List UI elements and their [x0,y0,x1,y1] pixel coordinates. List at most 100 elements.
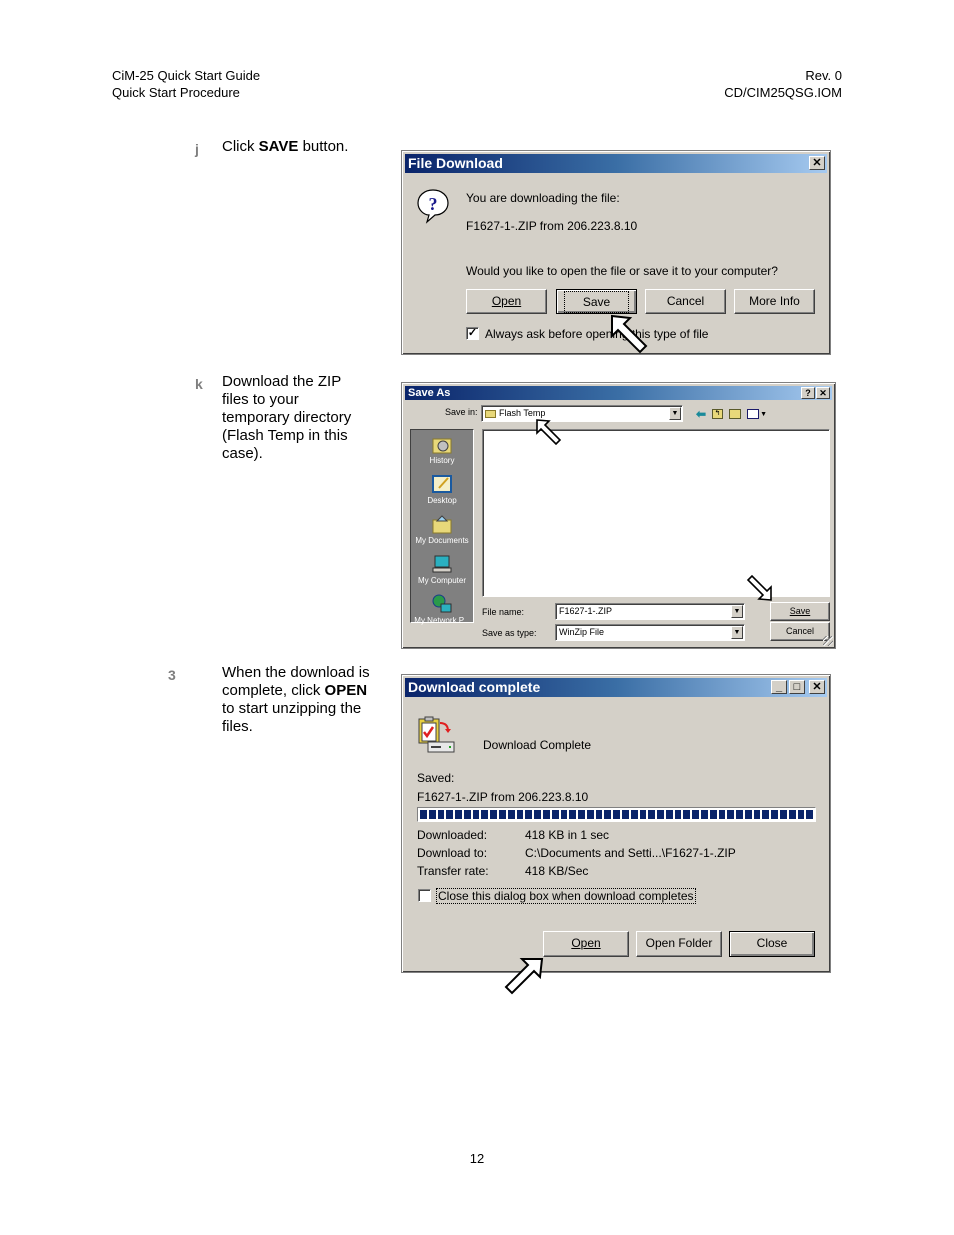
progress-block [788,810,796,819]
save-as-type-dropdown[interactable]: WinZip File ▼ [555,624,745,641]
step-text: When the download is complete, click OPE… [222,664,370,735]
title-bar: File Download ✕ [405,154,827,173]
pointer-arrow-icon [504,958,544,995]
history-icon [432,438,452,454]
close-when-done-label: Close this dialog box when download comp… [436,888,696,904]
help-icon[interactable]: ? [801,387,815,399]
pointer-arrow-icon [746,575,772,601]
title-bar: Download complete _ □ ✕ [405,678,827,697]
progress-block [516,810,524,819]
open-folder-button[interactable]: Open Folder [636,931,722,957]
file-list-area[interactable] [482,429,830,597]
saved-value: F1627-1-.ZIP from 206.223.8.10 [417,790,589,804]
download-question: Would you like to open the file or save … [466,264,778,278]
download-to-value: C:\Documents and Setti...\F1627-1-.ZIP [525,846,736,860]
doc-revision: Rev. 0 [805,68,842,83]
progress-block [560,810,568,819]
more-info-button[interactable]: More Info [734,289,815,314]
save-button[interactable]: Save [556,289,637,314]
folder-icon [485,409,496,418]
progress-block [683,810,691,819]
pointer-arrow-icon [536,419,562,445]
save-as-dialog: Save As ? ✕ Save in: Flash Temp ▼ ⬅ ↰ ▼ … [401,382,836,649]
close-icon[interactable]: ✕ [809,156,825,170]
always-ask-checkbox[interactable]: ✓ [466,327,479,340]
progress-block [604,810,612,819]
resize-grip[interactable] [823,636,833,646]
progress-block [437,810,445,819]
close-icon[interactable]: ✕ [809,680,825,694]
cancel-button[interactable]: Cancel [770,622,830,641]
step-number: j [195,141,199,157]
open-button[interactable]: Open [543,931,629,957]
svg-text:?: ? [429,194,438,214]
new-folder-icon[interactable] [729,409,742,419]
save-in-label: Save in: [445,407,478,417]
maximize-icon[interactable]: □ [789,680,805,694]
save-in-dropdown[interactable]: Flash Temp ▼ [481,405,683,422]
page-number: 12 [469,1151,485,1166]
saved-label: Saved: [417,771,455,785]
step-text: Download the ZIP files to your temporary… [222,373,352,462]
file-name-input[interactable]: F1627-1-.ZIP ▼ [555,603,745,620]
progress-block [639,810,647,819]
download-complete-icon [418,716,455,753]
progress-block [780,810,787,819]
download-file-source: F1627-1-.ZIP from 206.223.8.10 [466,219,638,233]
progress-block [736,810,743,819]
place-my-documents[interactable]: My Documents [411,514,473,545]
progress-block [753,810,761,819]
progress-block [595,810,603,819]
download-progress-bar [417,807,816,822]
progress-block [621,810,629,819]
progress-block [569,810,577,819]
place-my-network[interactable]: My Network P... [411,594,473,625]
back-icon[interactable]: ⬅ [696,407,706,421]
progress-block [744,810,752,819]
close-when-done-checkbox[interactable] [418,889,431,902]
save-button[interactable]: Save [770,602,830,621]
minimize-icon[interactable]: _ [771,680,787,694]
place-desktop[interactable]: Desktop [411,474,473,505]
doc-title: CiM-25 Quick Start Guide [112,68,261,83]
chevron-down-icon[interactable]: ▼ [731,605,743,618]
progress-block [806,810,814,819]
chevron-down-icon[interactable]: ▼ [669,407,681,420]
save-as-type-label: Save as type: [482,628,537,638]
progress-block [420,810,427,819]
transfer-rate-label: Transfer rate: [417,864,489,878]
close-icon[interactable]: ✕ [816,387,830,399]
step-text: Click SAVE button. [222,138,349,155]
my-computer-icon [432,555,452,573]
progress-block [551,810,559,819]
always-ask-label: Always ask before opening this type of f… [485,327,709,341]
dialog-title: Save As [408,387,451,399]
pointer-arrow-icon [611,314,648,354]
progress-block [428,810,436,819]
view-menu-icon[interactable] [747,409,760,419]
progress-block [762,810,770,819]
open-button[interactable]: Open [466,289,547,314]
chevron-down-icon[interactable]: ▼ [760,411,767,418]
cancel-button[interactable]: Cancel [645,289,726,314]
doc-header-left: CiM-25 Quick Start Guide Quick Start Pro… [112,67,260,101]
place-history[interactable]: History [411,434,473,465]
progress-block [472,810,480,819]
doc-section: Quick Start Procedure [112,85,240,100]
save-as-toolbar: ⬅ ↰ ▼ [696,407,767,421]
progress-block [648,810,656,819]
progress-block [709,810,717,819]
dialog-title: File Download [408,155,503,171]
progress-block [490,810,498,819]
progress-block [692,810,699,819]
progress-block [613,810,620,819]
up-folder-icon[interactable]: ↰ [712,409,724,419]
progress-block [657,810,664,819]
places-bar: History Desktop My Documents My Computer… [410,429,474,625]
chevron-down-icon[interactable]: ▼ [731,626,743,639]
progress-block [701,810,708,819]
download-to-label: Download to: [417,846,488,860]
close-button[interactable]: Close [729,931,815,957]
place-my-computer[interactable]: My Computer [411,554,473,585]
progress-block [665,810,673,819]
